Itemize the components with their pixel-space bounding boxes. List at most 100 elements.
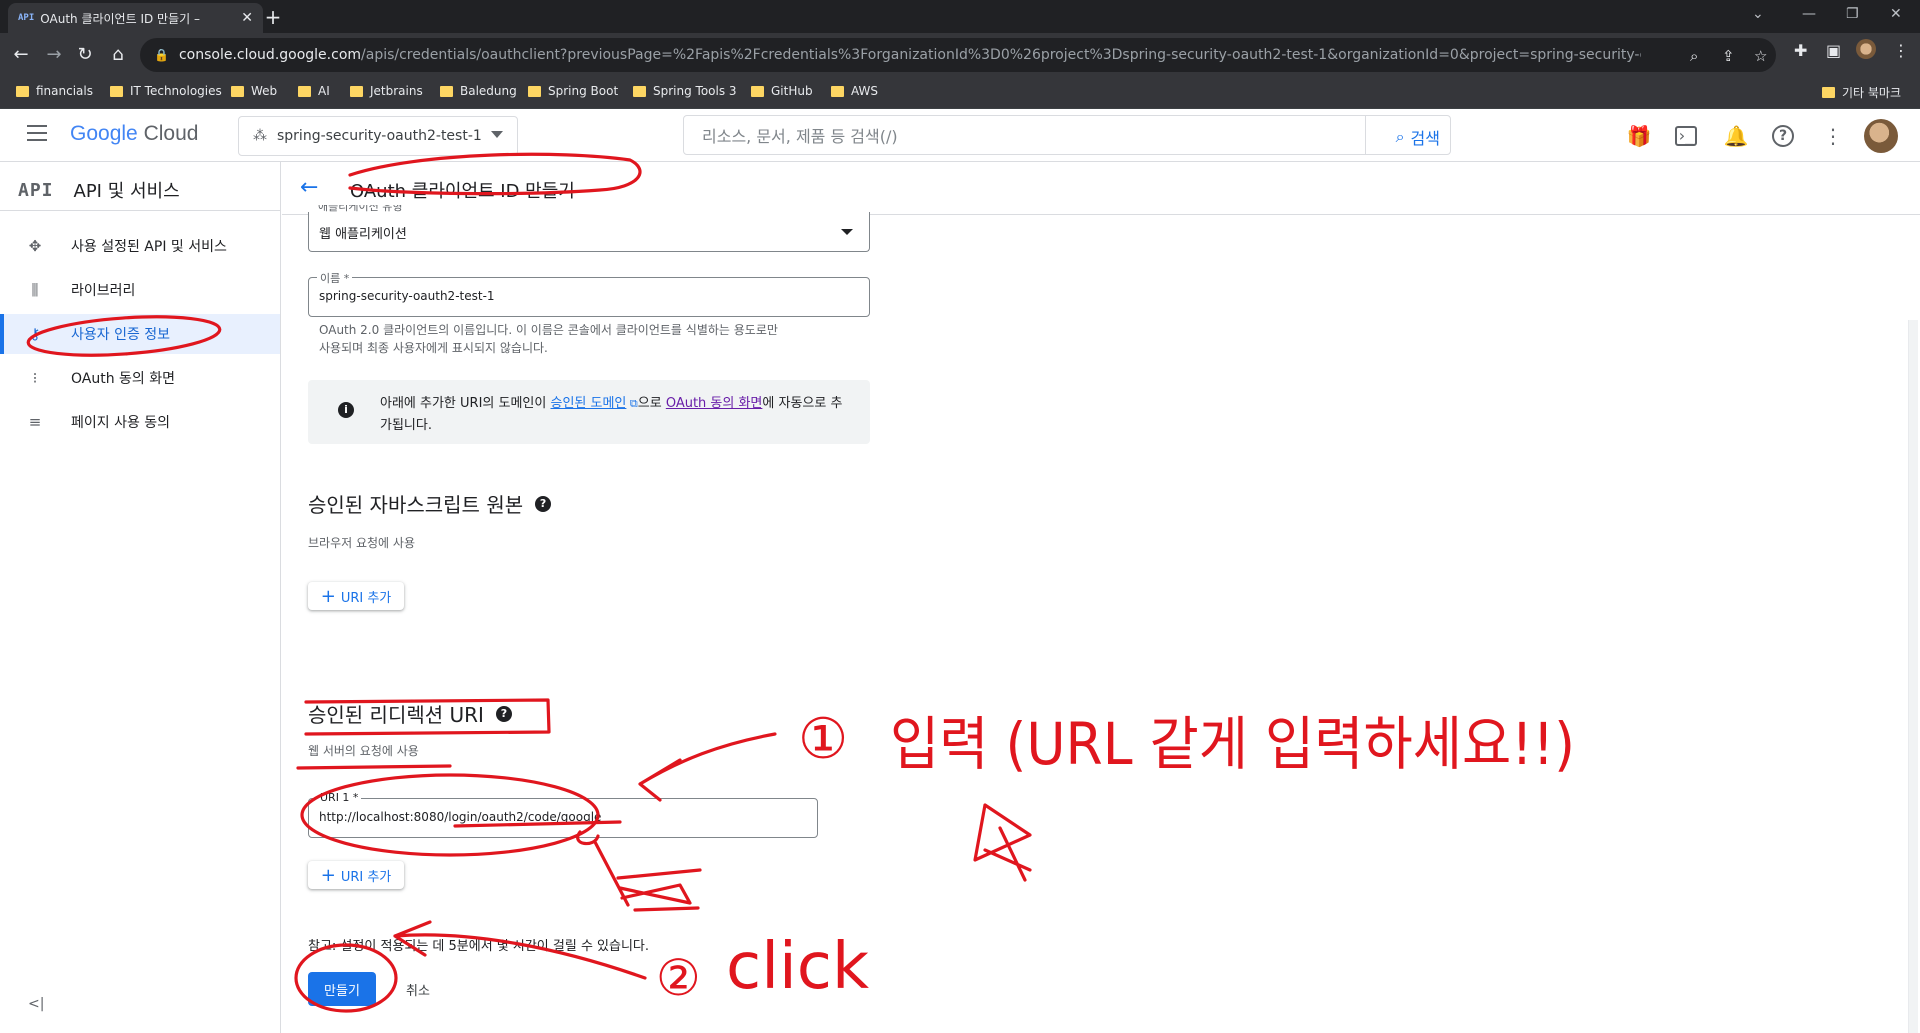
restore-icon[interactable]: ❐ (1846, 6, 1859, 22)
plus-icon: + (320, 864, 336, 886)
info-banner: i 아래에 추가한 URI의 도메인이 승인된 도메인 ⧉으로 OAuth 동의… (308, 380, 870, 444)
api-favicon-icon: API (18, 13, 35, 23)
uri1-value[interactable]: http://localhost:8080/login/oauth2/code/… (319, 810, 601, 824)
name-hint-1: OAuth 2.0 클라이언트의 이름입니다. 이 이름은 콘솔에서 클라이언트… (319, 323, 778, 337)
gift-icon[interactable]: 🎁 (1626, 123, 1652, 149)
library-icon: ⫼ (31, 281, 39, 299)
bookmark-spring-boot[interactable]: Spring Boot (528, 84, 618, 98)
sidebar-item-library[interactable]: ⫼ 라이브러리 (0, 270, 280, 310)
bookmark-web[interactable]: Web (231, 84, 277, 98)
back-arrow-icon[interactable]: ← (300, 175, 318, 200)
tab-close-icon[interactable]: ✕ (241, 10, 253, 26)
step1-text: 입력 (URL 같게 입력하세요!!) (890, 710, 1575, 778)
sidebar-title: API 및 서비스 (73, 181, 180, 202)
create-button[interactable]: 만들기 (308, 972, 376, 1006)
scribble-below-uri (593, 840, 702, 912)
page-usage-icon: ≡ (28, 413, 42, 431)
tab-title: OAuth 클라이언트 ID 만들기 – (40, 11, 200, 26)
profile-avatar[interactable] (1856, 39, 1876, 59)
redirect-uris-heading: 승인된 리디렉션 URI? (308, 699, 512, 728)
folder-icon (1822, 87, 1835, 98)
sidebar-item-page-usage[interactable]: ≡ 페이지 사용 동의 (0, 402, 280, 442)
google-cloud-logo[interactable]: Google Cloud (70, 122, 198, 146)
hamburger-menu-icon[interactable] (27, 125, 47, 145)
forward-icon[interactable]: → (40, 41, 68, 69)
folder-icon (633, 85, 646, 97)
avatar[interactable] (1864, 119, 1898, 153)
help-icon[interactable]: ? (535, 495, 552, 512)
share-icon[interactable]: ⇪ (1722, 47, 1735, 65)
folder-icon (528, 85, 541, 97)
folder-icon (110, 85, 123, 97)
browser-toolbar: ← → ↻ ⌂ 🔒 console.cloud.google.com/apis/… (0, 33, 1920, 77)
help-icon[interactable]: ? (1772, 125, 1794, 147)
search-icon: ⌕ (1395, 127, 1405, 146)
help-icon[interactable]: ? (495, 705, 512, 722)
search-bar[interactable]: 리소스, 문서, 제품 등 검색(/) ⌕ 검색 (683, 115, 1451, 155)
search-button[interactable]: ⌕ 검색 (1396, 125, 1440, 149)
cancel-button[interactable]: 취소 (396, 972, 440, 1006)
oauth-consent-link[interactable]: OAuth 동의 화면 (666, 396, 763, 411)
plus-icon: + (320, 585, 336, 607)
folder-icon (831, 85, 844, 97)
bookmark-ai[interactable]: AI (298, 84, 330, 98)
bookmark-star-icon[interactable]: ☆ (1754, 47, 1767, 65)
home-icon[interactable]: ⌂ (104, 41, 132, 69)
cloud-header: Google Cloud ⁂ spring-security-oauth2-te… (0, 109, 1920, 162)
app-type-value: 웹 애플리케이션 (319, 227, 407, 242)
cloud-shell-icon[interactable]: ›_ (1675, 126, 1697, 146)
step2-text: click (726, 930, 869, 1004)
key-icon: ⚷ (29, 325, 41, 343)
sidebar-item-credentials[interactable]: ⚷ 사용자 인증 정보 (0, 314, 280, 354)
search-input[interactable]: 리소스, 문서, 제품 등 검색(/) (702, 123, 898, 147)
new-tab-icon[interactable]: + (260, 5, 286, 31)
name-label: 이름 * (317, 270, 353, 286)
bookmark-baledung[interactable]: Baledung (440, 84, 517, 98)
add-js-origin-uri-button[interactable]: + URI 추가 (308, 582, 404, 610)
bookmark-spring-tools-3[interactable]: Spring Tools 3 (633, 84, 737, 98)
add-redirect-uri-button[interactable]: + URI 추가 (308, 861, 404, 889)
bookmark-github[interactable]: GitHub (751, 84, 813, 98)
app-type-select[interactable]: 웹 애플리케이션 (308, 212, 870, 252)
scribble-mid (973, 803, 1032, 882)
back-icon[interactable]: ← (7, 41, 35, 69)
js-origins-heading: 승인된 자바스크립트 원본? (308, 489, 552, 518)
sidebar-item-oauth-consent[interactable]: ⁝ OAuth 동의 화면 (0, 358, 280, 398)
project-name: spring-security-oauth2-test-1 (277, 128, 482, 144)
minimize-icon[interactable]: — (1802, 6, 1816, 22)
bookmark-aws[interactable]: AWS (831, 84, 878, 98)
side-panel-icon[interactable]: ▣ (1826, 41, 1841, 60)
sidebar-item-enabled-apis[interactable]: ✥ 사용 설정된 API 및 서비스 (0, 226, 280, 266)
scrollbar[interactable] (1908, 320, 1918, 1033)
bookmark-it-technologies[interactable]: IT Technologies (110, 84, 222, 98)
uri1-label: URI 1 * (317, 791, 362, 804)
info-icon: i (338, 402, 354, 418)
collapse-sidebar-icon[interactable]: <| (28, 996, 44, 1012)
menu-icon[interactable]: ⋮ (1893, 41, 1909, 60)
zoom-icon[interactable]: ⌕ (1690, 47, 1698, 65)
bookmark-financials[interactable]: financials (16, 84, 93, 98)
folder-icon (440, 85, 453, 97)
project-selector[interactable]: ⁂ spring-security-oauth2-test-1 (238, 116, 518, 156)
bookmark-jetbrains[interactable]: Jetbrains (350, 84, 423, 98)
name-field[interactable]: 이름 * spring-security-oauth2-test-1 (308, 270, 870, 317)
dropdown-arrow-icon (841, 229, 853, 235)
address-bar[interactable]: 🔒 console.cloud.google.com/apis/credenti… (140, 38, 1776, 72)
more-vert-icon[interactable]: ⋮ (1820, 123, 1846, 149)
name-value[interactable]: spring-security-oauth2-test-1 (319, 289, 495, 303)
extensions-icon[interactable]: ✚ (1794, 41, 1807, 60)
sidebar: API API 및 서비스 ✥ 사용 설정된 API 및 서비스 ⫼ 라이브러리 ⚷… (0, 162, 281, 1033)
lock-icon: 🔒 (154, 48, 169, 62)
other-bookmarks[interactable]: 기타 북마크 (1822, 84, 1901, 101)
authorized-domains-link[interactable]: 승인된 도메인 (550, 396, 626, 411)
redirect-uri-1-field[interactable]: URI 1 * http://localhost:8080/login/oaut… (308, 791, 818, 838)
close-window-icon[interactable]: ✕ (1890, 6, 1902, 22)
folder-icon (231, 85, 244, 97)
name-hint-2: 사용되며 최종 사용자에게 표시되지 않습니다. (319, 341, 548, 355)
arrow-to-uri (638, 732, 777, 802)
notifications-icon[interactable]: 🔔 (1723, 123, 1749, 149)
tab-search-icon[interactable]: ⌄ (1752, 6, 1764, 22)
app-type-label: 애플리케이션 유형 (318, 205, 403, 212)
browser-tab[interactable]: API OAuth 클라이언트 ID 만들기 – ✕ (8, 3, 263, 33)
reload-icon[interactable]: ↻ (71, 41, 99, 69)
